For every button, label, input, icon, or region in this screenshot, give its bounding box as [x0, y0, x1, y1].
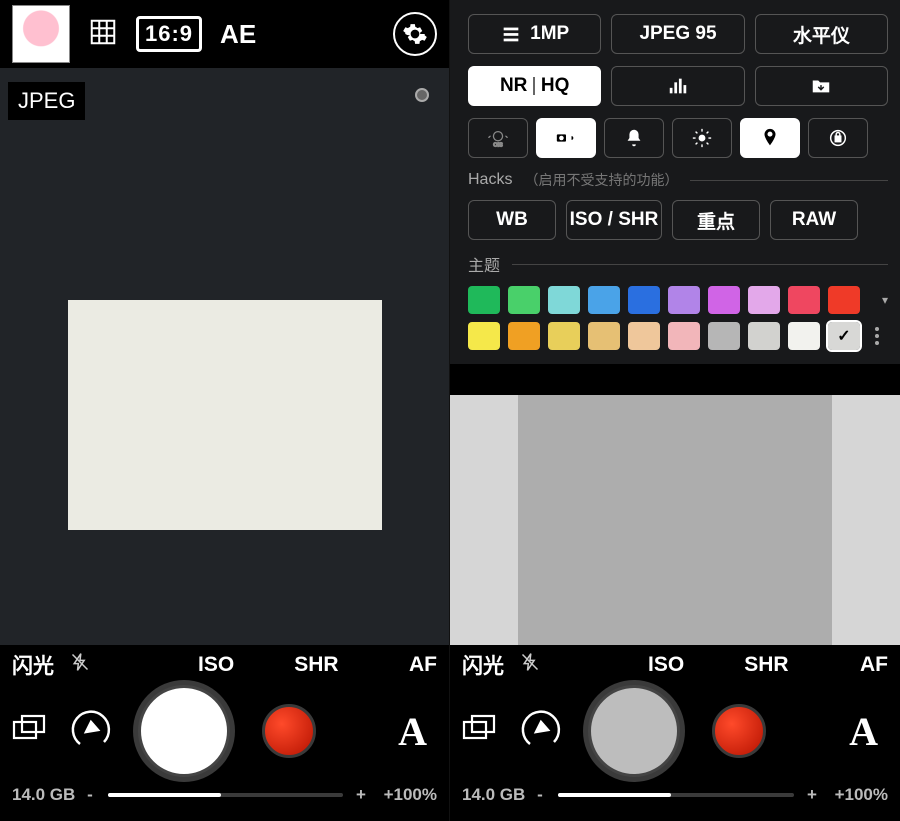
- histogram-button[interactable]: [611, 66, 744, 106]
- flash-label[interactable]: 闪光: [462, 650, 520, 680]
- grid-icon[interactable]: [88, 17, 118, 52]
- storage-remaining: 14.0 GB: [462, 785, 532, 805]
- theme-swatch[interactable]: [708, 322, 740, 350]
- notification-button[interactable]: [604, 118, 664, 158]
- zoom-value: +100%: [820, 785, 888, 805]
- theme-swatch[interactable]: [468, 322, 500, 350]
- shutter-speed-button[interactable]: SHR: [294, 653, 338, 677]
- theme-swatch[interactable]: [508, 322, 540, 350]
- nr-hq-button[interactable]: NRHQ: [468, 66, 601, 106]
- jpeg-quality-button[interactable]: JPEG 95: [611, 14, 744, 54]
- zoom-out-button[interactable]: -: [532, 785, 548, 805]
- theme-swatch[interactable]: [788, 286, 820, 314]
- flash-label[interactable]: 闪光: [12, 650, 70, 680]
- brightness-button[interactable]: [672, 118, 732, 158]
- gallery-thumbnail[interactable]: [12, 5, 70, 63]
- self-timer-icon[interactable]: [68, 708, 114, 754]
- settings-gear-icon[interactable]: [393, 12, 437, 56]
- hacks-hint: （启用不受支持的功能）: [524, 170, 678, 190]
- location-button[interactable]: [740, 118, 800, 158]
- iso-button[interactable]: ISO: [198, 653, 234, 677]
- theme-title: 主题: [468, 252, 500, 276]
- shutter-button[interactable]: [588, 685, 680, 777]
- hack-raw-button[interactable]: RAW: [770, 200, 858, 240]
- ae-button[interactable]: AE: [220, 19, 256, 50]
- theme-swatch[interactable]: [628, 322, 660, 350]
- mode-auto-button[interactable]: A: [849, 708, 878, 755]
- hack-focus-button[interactable]: 重点: [672, 200, 760, 240]
- theme-swatch[interactable]: [628, 286, 660, 314]
- flash-off-icon[interactable]: [520, 652, 540, 678]
- autofocus-button[interactable]: AF: [860, 653, 888, 677]
- theme-swatch[interactable]: [468, 286, 500, 314]
- resolution-button[interactable]: 1MP: [468, 14, 601, 54]
- zoom-out-button[interactable]: -: [82, 785, 98, 805]
- shutter-sound-button[interactable]: [536, 118, 596, 158]
- theme-swatch[interactable]: [668, 322, 700, 350]
- svg-text:OIS: OIS: [493, 142, 503, 148]
- save-folder-button[interactable]: [755, 66, 888, 106]
- iso-button[interactable]: ISO: [648, 653, 684, 677]
- theme-swatch[interactable]: [708, 286, 740, 314]
- hack-iso-shr-button[interactable]: ISO / SHR: [566, 200, 662, 240]
- theme-swatch[interactable]: [508, 286, 540, 314]
- zoom-slider[interactable]: [558, 793, 794, 797]
- format-badge: JPEG: [8, 82, 85, 120]
- settings-panel: 1MP JPEG 95 水平仪 NRHQ OIS: [450, 0, 900, 364]
- theme-swatch[interactable]: [588, 322, 620, 350]
- theme-swatch[interactable]: [828, 286, 860, 314]
- hacks-title: Hacks: [468, 171, 512, 189]
- hack-wb-button[interactable]: WB: [468, 200, 556, 240]
- storage-remaining: 14.0 GB: [12, 785, 82, 805]
- record-button[interactable]: [262, 704, 316, 758]
- flash-off-icon[interactable]: [70, 652, 90, 678]
- zoom-in-button[interactable]: +: [353, 785, 369, 805]
- theme-swatch[interactable]: [668, 286, 700, 314]
- ois-button[interactable]: OIS: [468, 118, 528, 158]
- camera-viewport[interactable]: [450, 395, 900, 645]
- zoom-value: +100%: [369, 785, 437, 805]
- theme-swatch[interactable]: [748, 322, 780, 350]
- theme-swatch[interactable]: [828, 322, 860, 350]
- theme-swatch[interactable]: [548, 286, 580, 314]
- theme-swatch[interactable]: [548, 322, 580, 350]
- theme-swatch[interactable]: [748, 286, 780, 314]
- display-mode-icon[interactable]: [12, 714, 46, 749]
- shutter-button[interactable]: [138, 685, 230, 777]
- level-button[interactable]: 水平仪: [755, 14, 888, 54]
- shutter-speed-button[interactable]: SHR: [744, 653, 788, 677]
- camera-viewport[interactable]: JPEG: [0, 68, 449, 645]
- preview-frame: [68, 300, 382, 530]
- zoom-slider[interactable]: [108, 793, 343, 797]
- chevron-down-icon[interactable]: ▾: [882, 293, 888, 307]
- autofocus-button[interactable]: AF: [409, 653, 437, 677]
- theme-swatch-row1: ▾: [468, 286, 888, 314]
- mode-auto-button[interactable]: A: [398, 708, 427, 755]
- display-mode-icon[interactable]: [462, 714, 496, 749]
- aspect-ratio-button[interactable]: 16:9: [136, 16, 202, 52]
- resolution-label: 1MP: [530, 23, 569, 45]
- preview-frame: [518, 395, 832, 645]
- record-button[interactable]: [712, 704, 766, 758]
- theme-swatch[interactable]: [588, 286, 620, 314]
- theme-swatch[interactable]: [788, 322, 820, 350]
- zoom-in-button[interactable]: +: [804, 785, 820, 805]
- focus-indicator-icon: [415, 88, 429, 102]
- theme-swatch-row2: [468, 322, 888, 350]
- more-icon[interactable]: [870, 327, 884, 345]
- rotation-lock-button[interactable]: [808, 118, 868, 158]
- self-timer-icon[interactable]: [518, 708, 564, 754]
